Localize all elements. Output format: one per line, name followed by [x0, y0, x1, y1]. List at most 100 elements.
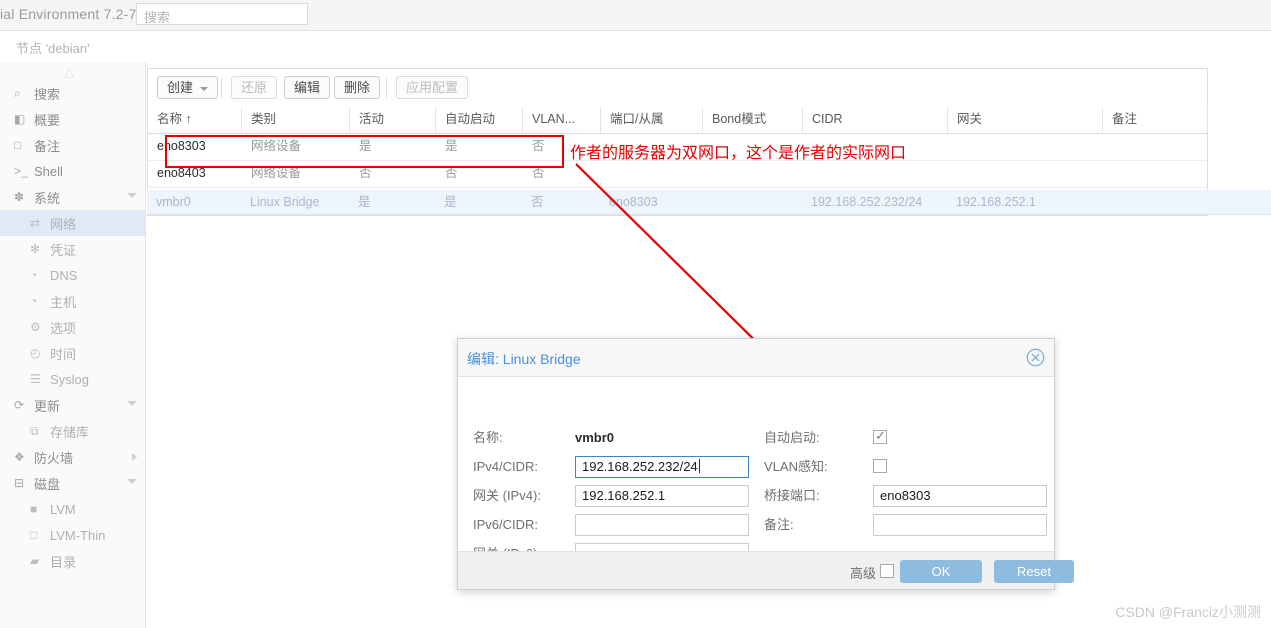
sidebar-item-网络[interactable]: ⇄ 网络: [0, 210, 145, 236]
global-search-placeholder: 搜索: [144, 10, 171, 25]
gateway-ipv4-input[interactable]: 192.168.252.1: [575, 485, 749, 507]
clock-icon: ◴: [30, 346, 41, 360]
column-header-type[interactable]: 类别: [242, 107, 350, 133]
sidebar-item-label: 主机: [50, 294, 77, 310]
table-header-row: 名称 ↑ 类别 活动 自动启动 VLAN... 端口/从属 Bond模式 CIDR 网关 备注: [148, 107, 1208, 134]
sidebar-item-label: 磁盘: [34, 476, 61, 492]
sidebar-item-shell[interactable]: >_ Shell: [0, 158, 145, 184]
cell-autostart: 否: [445, 166, 458, 180]
sidebar-item-备注[interactable]: □ 备注: [0, 132, 145, 158]
terminal-icon: >_: [14, 164, 28, 178]
sidebar-item-label: Syslog: [50, 371, 90, 387]
sidebar-item-存储库[interactable]: ⧉ 存储库: [0, 418, 145, 444]
breadcrumb-bar: 节点 'debian': [0, 31, 1271, 61]
column-header-cidr[interactable]: CIDR: [803, 107, 948, 133]
sidebar-item-更新[interactable]: ⟳ 更新: [0, 392, 145, 418]
gateway-ipv4-label: 网关 (IPv4):: [473, 488, 541, 503]
cell-bond: [702, 190, 802, 216]
table-row[interactable]: eno8403 网络设备 否 否 否: [148, 161, 1207, 188]
sidebar-item-label: 时间: [50, 346, 77, 362]
comment-input[interactable]: [873, 514, 1047, 536]
cell-active: 否: [359, 166, 372, 180]
column-header-vlan[interactable]: VLAN...: [523, 107, 601, 133]
name-value: vmbr0: [575, 430, 615, 445]
product-title: ial Environment 7.2-7: [0, 6, 137, 22]
delete-button[interactable]: 删除: [334, 76, 381, 99]
breadcrumb: 节点 'debian': [16, 41, 90, 56]
bridge-ports-input[interactable]: eno8303: [873, 485, 1047, 507]
cell-vlan: 否: [532, 166, 545, 180]
advanced-checkbox[interactable]: [880, 564, 894, 578]
sidebar-item-label: 目录: [50, 554, 77, 570]
name-label: 名称:: [473, 430, 503, 445]
revert-button[interactable]: 还原: [231, 76, 278, 99]
sidebar-item-磁盘[interactable]: ⊟ 磁盘: [0, 470, 145, 496]
refresh-icon: ⟳: [14, 398, 25, 412]
square-outline-icon: □: [30, 528, 38, 542]
column-header-autostart[interactable]: 自动启动: [436, 107, 523, 133]
comment-label: 备注:: [764, 517, 794, 532]
ok-button[interactable]: OK: [900, 560, 982, 583]
chevron-right-icon: [132, 453, 137, 461]
cell-type: 网络设备: [251, 166, 302, 180]
sidebar-item-lvm-thin[interactable]: □ LVM-Thin: [0, 522, 145, 548]
sidebar-item-syslog[interactable]: ☰ Syslog: [0, 366, 145, 392]
sidebar-item-主机[interactable]: ◔ 主机: [0, 288, 145, 314]
network-icon: ⇄: [30, 216, 41, 230]
globe-icon: ◔: [30, 294, 38, 308]
column-header-name[interactable]: 名称 ↑: [148, 107, 242, 133]
create-button[interactable]: 创建: [157, 76, 219, 99]
close-circle-icon[interactable]: [1026, 348, 1045, 367]
column-header-active[interactable]: 活动: [350, 107, 436, 133]
column-header-ports[interactable]: 端口/从属: [601, 107, 703, 133]
edit-button[interactable]: 编辑: [284, 76, 331, 99]
sidebar-item-时间[interactable]: ◴ 时间: [0, 340, 145, 366]
autostart-label: 自动启动:: [764, 430, 820, 445]
vlan-aware-checkbox[interactable]: [873, 459, 887, 473]
cell-ports: [601, 161, 703, 187]
sidebar-item-目录[interactable]: ▰ 目录: [0, 548, 145, 574]
chevron-down-icon: [127, 401, 137, 406]
chevron-down-icon: [200, 86, 209, 91]
sidebar-item-选项[interactable]: ⚙ 选项: [0, 314, 145, 340]
ipv4-cidr-value: 192.168.252.232/24: [582, 459, 698, 474]
sidebar-item-label: LVM: [50, 501, 76, 517]
globe-icon: ◔: [30, 268, 38, 282]
table-row-vmbr0[interactable]: vmbr0 Linux Bridge 是 是 否 eno8303 192.168.252.2…: [147, 190, 1271, 215]
autostart-checkbox[interactable]: ✓: [873, 428, 887, 444]
sidebar-item-dns[interactable]: ◔ DNS: [0, 262, 145, 288]
sidebar-item-搜索[interactable]: ⌕ 搜索: [0, 80, 145, 106]
sidebar-item-label: 防火墙: [34, 450, 74, 466]
apply-configuration-button[interactable]: 应用配置: [396, 76, 469, 99]
sidebar-item-label: 更新: [34, 398, 61, 414]
reset-button[interactable]: Reset: [994, 560, 1074, 583]
sidebar-item-凭证[interactable]: ✻ 凭证: [0, 236, 145, 262]
sidebar-item-系统[interactable]: ✽ 系统: [0, 184, 145, 210]
chevron-up-icon[interactable]: △: [58, 65, 80, 78]
column-header-comment[interactable]: 备注: [1103, 107, 1208, 133]
sidebar-item-lvm[interactable]: ■ LVM: [0, 496, 145, 522]
sidebar-item-概要[interactable]: ◧ 概要: [0, 106, 145, 132]
vlan-aware-label: VLAN感知:: [764, 459, 828, 474]
text-cursor: [698, 459, 700, 473]
global-search-input[interactable]: 搜索: [136, 3, 308, 25]
shield-icon: ❖: [14, 450, 25, 464]
ipv4-cidr-input[interactable]: 192.168.252.232/24: [575, 456, 749, 478]
gears-icon: ✽: [14, 190, 25, 204]
cell-autostart: 是: [444, 195, 457, 209]
cell-name: vmbr0: [156, 195, 191, 209]
check-icon: ✓: [875, 428, 886, 443]
sidebar-item-防火墙[interactable]: ❖ 防火墙: [0, 444, 145, 470]
sidebar-item-label: 概要: [34, 112, 61, 128]
ipv6-cidr-input[interactable]: [575, 514, 749, 536]
cell-name: eno8303: [157, 139, 206, 153]
column-header-gateway[interactable]: 网关: [948, 107, 1103, 133]
ipv4-cidr-label: IPv4/CIDR:: [473, 459, 539, 474]
copy-icon: ⧉: [30, 423, 39, 438]
cell-comment: [1103, 161, 1208, 187]
column-header-bond[interactable]: Bond模式: [703, 107, 803, 133]
ipv6-cidr-label: IPv6/CIDR:: [473, 517, 539, 532]
list-icon: ☰: [30, 372, 41, 386]
watermark: CSDN @Franciz小测测: [1115, 604, 1261, 620]
note-icon: □: [14, 138, 22, 152]
